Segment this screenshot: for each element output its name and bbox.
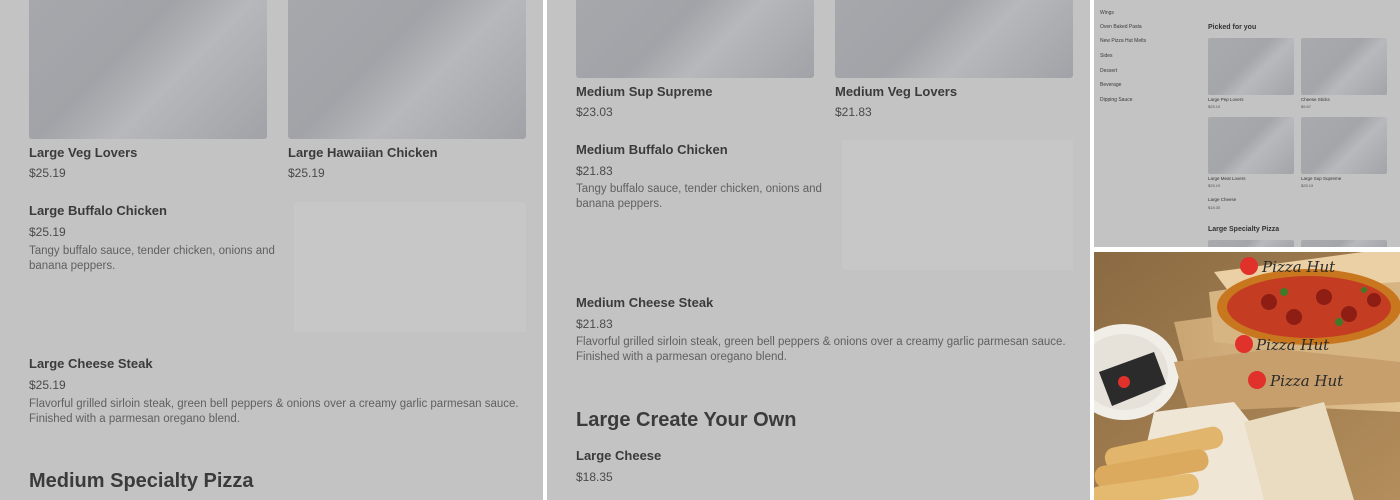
pizza-hut-logo-icon [1248,371,1266,389]
item-name[interactable]: Large Meat Lovers [1208,176,1246,181]
item-name[interactable]: Large Sup Supreme [1301,176,1341,181]
green-pepper [1361,287,1367,293]
item-price: $21.83 [576,317,613,331]
category-nav-sides[interactable]: Sides [1100,53,1113,59]
item-name[interactable]: Cheese Sticks [1301,97,1330,102]
item-price: $9.67 [1301,104,1312,109]
item-price: $21.83 [835,105,872,119]
category-nav-dessert[interactable]: Dessert [1100,68,1117,74]
napkin-logo [1118,376,1130,388]
section-heading: Large Specialty Pizza [1208,226,1280,233]
category-nav-melts[interactable]: New Pizza Hut Melts [1100,38,1146,44]
pizza-sauce [1227,276,1391,338]
pepperoni [1261,294,1277,310]
item-price: $23.03 [576,105,613,119]
item-description: Flavorful grilled sirloin steak, green b… [576,336,1066,363]
item-name[interactable]: Medium Cheese Steak [576,295,713,310]
pizza-photo-illustration: Pizza Hut Pizza Hut Pizza Hut [1094,252,1400,500]
item-price: $25.19 [29,225,66,239]
item-price: $25.19 [1208,104,1221,109]
item-name[interactable]: Large Hawaiian Chicken [288,145,438,160]
pepperoni [1316,289,1332,305]
picked-for-you-title: Picked for you [1208,24,1257,31]
veg-lovers-image[interactable] [29,0,267,139]
item-name[interactable]: Large Veg Lovers [29,145,137,160]
pizza-hut-logo-icon [1235,335,1253,353]
buffalo-chicken-image[interactable] [842,140,1073,270]
item-name[interactable]: Medium Buffalo Chicken [576,142,728,157]
category-nav-dipping-sauce[interactable]: Dipping Sauce [1100,97,1133,103]
item-name[interactable]: Large Buffalo Chicken [29,203,167,218]
hawaiian-chicken-image[interactable] [288,0,526,139]
item-price: $25.19 [288,166,325,180]
pizza-photo: Pizza Hut Pizza Hut Pizza Hut [1094,252,1400,500]
meat-lovers-image[interactable] [1208,117,1294,174]
category-nav-pasta[interactable]: Oven Baked Pasta [1100,24,1142,30]
section-heading: Large Create Your Own [576,409,797,431]
box-brand-text: Pizza Hut [1269,372,1344,390]
pepperoni [1367,293,1381,307]
menu-panel-middle: Medium Sup Supreme $23.03 Medium Veg Lov… [547,0,1090,500]
item-name[interactable]: Large Cheese [1208,197,1236,202]
category-nav-beverage[interactable]: Beverage [1100,82,1121,88]
item-price: $21.83 [576,164,613,178]
category-nav-wings[interactable]: Wings [1100,10,1114,16]
item-price: $25.19 [1301,183,1314,188]
menu-panel-left: Large Veg Lovers $25.19 Large Hawaiian C… [0,0,543,500]
item-description: Tangy buffalo sauce, tender chicken, oni… [29,245,275,272]
item-description: Tangy buffalo sauce, tender chicken, oni… [576,183,822,210]
box-brand-text: Pizza Hut [1261,258,1336,276]
item-name[interactable]: Medium Veg Lovers [835,84,957,99]
pizza-hut-logo-icon [1240,257,1258,275]
item-price: $25.19 [1208,183,1221,188]
item-name[interactable]: Medium Sup Supreme [576,84,713,99]
sup-supreme-image[interactable] [576,0,814,78]
pepperoni [1286,309,1302,325]
item-name[interactable]: Large Cheese [576,448,661,463]
item-price: $25.19 [29,378,66,392]
green-pepper [1335,318,1343,326]
veg-lovers-image[interactable] [835,0,1073,78]
pep-lovers-image[interactable] [1208,38,1294,95]
item-name[interactable]: Large Cheese Steak [29,356,153,371]
item-description: Flavorful grilled sirloin steak, green b… [29,398,519,425]
item-price: $25.19 [29,166,66,180]
pepperoni [1341,306,1357,322]
item-price: $18.35 [1208,205,1221,210]
item-price: $18.35 [576,470,613,484]
green-pepper [1280,288,1288,296]
buffalo-chicken-image[interactable] [294,202,526,332]
specialty-pizza-image[interactable] [1301,240,1387,247]
item-name[interactable]: Large Pep Lovers [1208,97,1244,102]
menu-overview-panel: Wings Oven Baked Pasta New Pizza Hut Mel… [1094,0,1400,247]
sup-supreme-image[interactable] [1301,117,1387,174]
box-brand-text: Pizza Hut [1255,336,1330,354]
cheese-sticks-image[interactable] [1301,38,1387,95]
section-heading: Medium Specialty Pizza [29,470,254,492]
specialty-pizza-image[interactable] [1208,240,1294,247]
